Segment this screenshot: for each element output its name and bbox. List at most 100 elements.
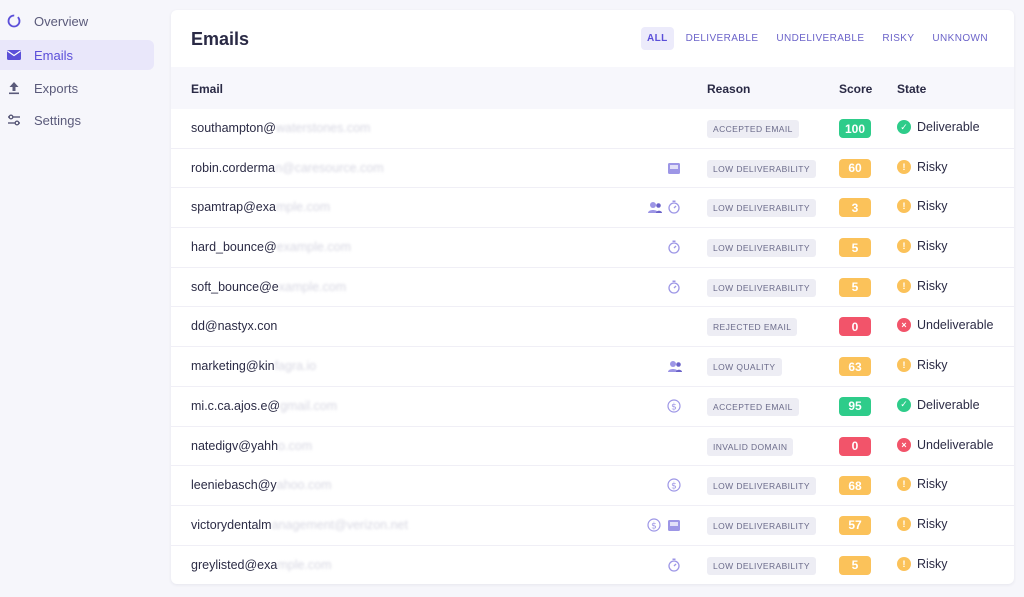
dollar-icon: $	[667, 398, 681, 414]
sidebar: Overview Emails Exports Settings	[0, 0, 160, 597]
state-cell: ! Risky	[897, 199, 948, 214]
table-row[interactable]: victorydentalmanagement@verizon.net $ LOW …	[171, 506, 1014, 546]
email-local-part: greylisted@exa	[191, 557, 278, 572]
warning-circle-icon: !	[897, 556, 911, 571]
email-table-body: southampton@waterstones.com ACCEPTED EMAI…	[171, 109, 1014, 584]
filter-tab-unknown[interactable]: UNKNOWN	[926, 27, 994, 50]
table-row[interactable]: marketing@kinfagra.io LOW QUALITY 63! Risky	[171, 347, 1014, 387]
column-header-score[interactable]: Score	[839, 82, 872, 96]
svg-text:$: $	[671, 482, 677, 492]
sidebar-item-settings[interactable]: Settings	[0, 105, 154, 135]
reason-badge: LOW DELIVERABILITY	[707, 516, 816, 535]
state-cell: ! Risky	[897, 516, 948, 531]
email-local-part: marketing@kin	[191, 359, 275, 374]
score-badge: 57	[839, 515, 871, 535]
email-address: spamtrap@example.com	[191, 200, 330, 214]
flag-icons	[667, 239, 681, 255]
check-circle-icon: ✓	[897, 120, 911, 134]
state-cell: ! Risky	[897, 278, 948, 293]
email-domain-obscured: gmail.com	[280, 398, 338, 413]
email-address: hard_bounce@example.com	[191, 240, 351, 254]
score-badge: 5	[839, 555, 871, 575]
email-address: southampton@waterstones.com	[191, 121, 370, 135]
table-row[interactable]: dd@nastyx.con REJECTED EMAIL 0 × Undeliverab…	[171, 307, 1014, 348]
flag-icons	[667, 160, 681, 176]
users-icon	[647, 199, 662, 215]
table-row[interactable]: greylisted@example.com LOW DELIVERABILITY…	[171, 546, 1014, 584]
warning-circle-icon: !	[897, 159, 911, 174]
state-label: Risky	[917, 278, 948, 293]
sliders-icon	[6, 112, 22, 128]
table-row[interactable]: southampton@waterstones.com ACCEPTED EMAI…	[171, 109, 1014, 149]
email-local-part: hard_bounce@	[191, 240, 277, 255]
table-row[interactable]: soft_bounce@example.com LOW DELIVERABILIT…	[171, 268, 1014, 308]
state-label: Risky	[917, 556, 948, 571]
email-local-part: soft_bounce@e	[191, 279, 279, 294]
overview-icon	[6, 13, 22, 29]
flag-icons	[667, 279, 681, 295]
email-address: marketing@kinfagra.io	[191, 359, 316, 373]
state-cell: ✓ Deliverable	[897, 397, 980, 412]
warning-circle-icon: !	[897, 278, 911, 293]
x-circle-icon: ×	[897, 318, 911, 333]
email-domain-obscured: n@caresource.com	[275, 160, 384, 175]
x-circle-icon: ×	[897, 437, 911, 452]
flag-icons: $	[647, 517, 681, 533]
score-badge: 100	[839, 119, 871, 138]
sidebar-item-overview[interactable]: Overview	[0, 6, 154, 36]
flag-icons	[667, 358, 682, 374]
score-badge: 5	[839, 277, 871, 297]
email-address: robin.corderman@caresource.com	[191, 161, 384, 175]
emails-card: Emails ALL DELIVERABLE UNDELIVERABLE RISKY U…	[171, 10, 1014, 584]
email-domain-obscured: example.com	[276, 240, 352, 255]
reason-badge: LOW DELIVERABILITY	[707, 159, 816, 178]
filter-tab-deliverable[interactable]: DELIVERABLE	[680, 27, 765, 50]
column-header-reason[interactable]: Reason	[707, 82, 750, 96]
email-domain-obscured: o.com	[278, 438, 313, 453]
mail-icon	[6, 47, 22, 63]
filter-tab-all[interactable]: ALL	[640, 27, 674, 50]
sidebar-item-exports[interactable]: Exports	[0, 73, 154, 103]
reason-badge: LOW QUALITY	[707, 358, 782, 377]
timer-icon	[667, 239, 681, 255]
state-cell: × Undeliverable	[897, 437, 993, 452]
email-local-part: natedigv@yahh	[191, 438, 279, 453]
table-header: Email Reason Score State	[171, 67, 1014, 109]
state-label: Deliverable	[917, 120, 980, 134]
table-row[interactable]: spamtrap@example.com LOW DELIVERABILITY 3!…	[171, 188, 1014, 229]
table-row[interactable]: mi.c.ca.ajos.e@gmail.com $ ACCEPTED EMAIL 9…	[171, 387, 1014, 427]
state-label: Risky	[917, 358, 948, 373]
table-row[interactable]: leeniebasch@yahoo.com $ LOW DELIVERABILITY…	[171, 466, 1014, 506]
reason-badge: LOW DELIVERABILITY	[707, 239, 816, 258]
table-row[interactable]: hard_bounce@example.com LOW DELIVERABILIT…	[171, 228, 1014, 268]
filter-tabs: ALL DELIVERABLE UNDELIVERABLE RISKY UNKNOWN	[640, 27, 994, 50]
state-label: Risky	[917, 239, 948, 254]
warning-circle-icon: !	[897, 239, 911, 254]
upload-icon	[6, 80, 22, 96]
email-domain-obscured: anagement@verizon.net	[271, 517, 408, 532]
filter-tab-risky[interactable]: RISKY	[876, 27, 920, 50]
score-badge: 68	[839, 476, 871, 496]
state-cell: ✓ Deliverable	[897, 120, 980, 134]
sidebar-item-emails[interactable]: Emails	[0, 40, 154, 70]
score-badge: 95	[839, 396, 871, 416]
score-badge: 0	[839, 436, 871, 456]
filter-tab-undeliverable[interactable]: UNDELIVERABLE	[770, 27, 870, 50]
table-row[interactable]: natedigv@yahho.com INVALID DOMAIN 0 × Undeli…	[171, 427, 1014, 467]
svg-text:$: $	[651, 521, 657, 531]
reason-badge: ACCEPTED EMAIL	[707, 120, 799, 138]
state-label: Undeliverable	[917, 318, 994, 333]
column-header-state[interactable]: State	[897, 82, 926, 96]
page-title: Emails	[191, 29, 250, 49]
column-header-email[interactable]: Email	[191, 82, 223, 96]
email-address: victorydentalmanagement@verizon.net	[191, 518, 408, 532]
state-label: Risky	[917, 159, 948, 174]
flag-icons: $	[667, 477, 681, 493]
state-cell: ! Risky	[897, 239, 948, 254]
reason-badge: LOW DELIVERABILITY	[707, 278, 816, 297]
table-row[interactable]: robin.corderman@caresource.com LOW DELIVE…	[171, 149, 1014, 189]
email-address: leeniebasch@yahoo.com	[191, 478, 332, 492]
reason-badge: LOW DELIVERABILITY	[707, 477, 816, 496]
inbox-icon	[667, 517, 681, 533]
email-local-part: dd@nastyx.con	[191, 319, 278, 334]
